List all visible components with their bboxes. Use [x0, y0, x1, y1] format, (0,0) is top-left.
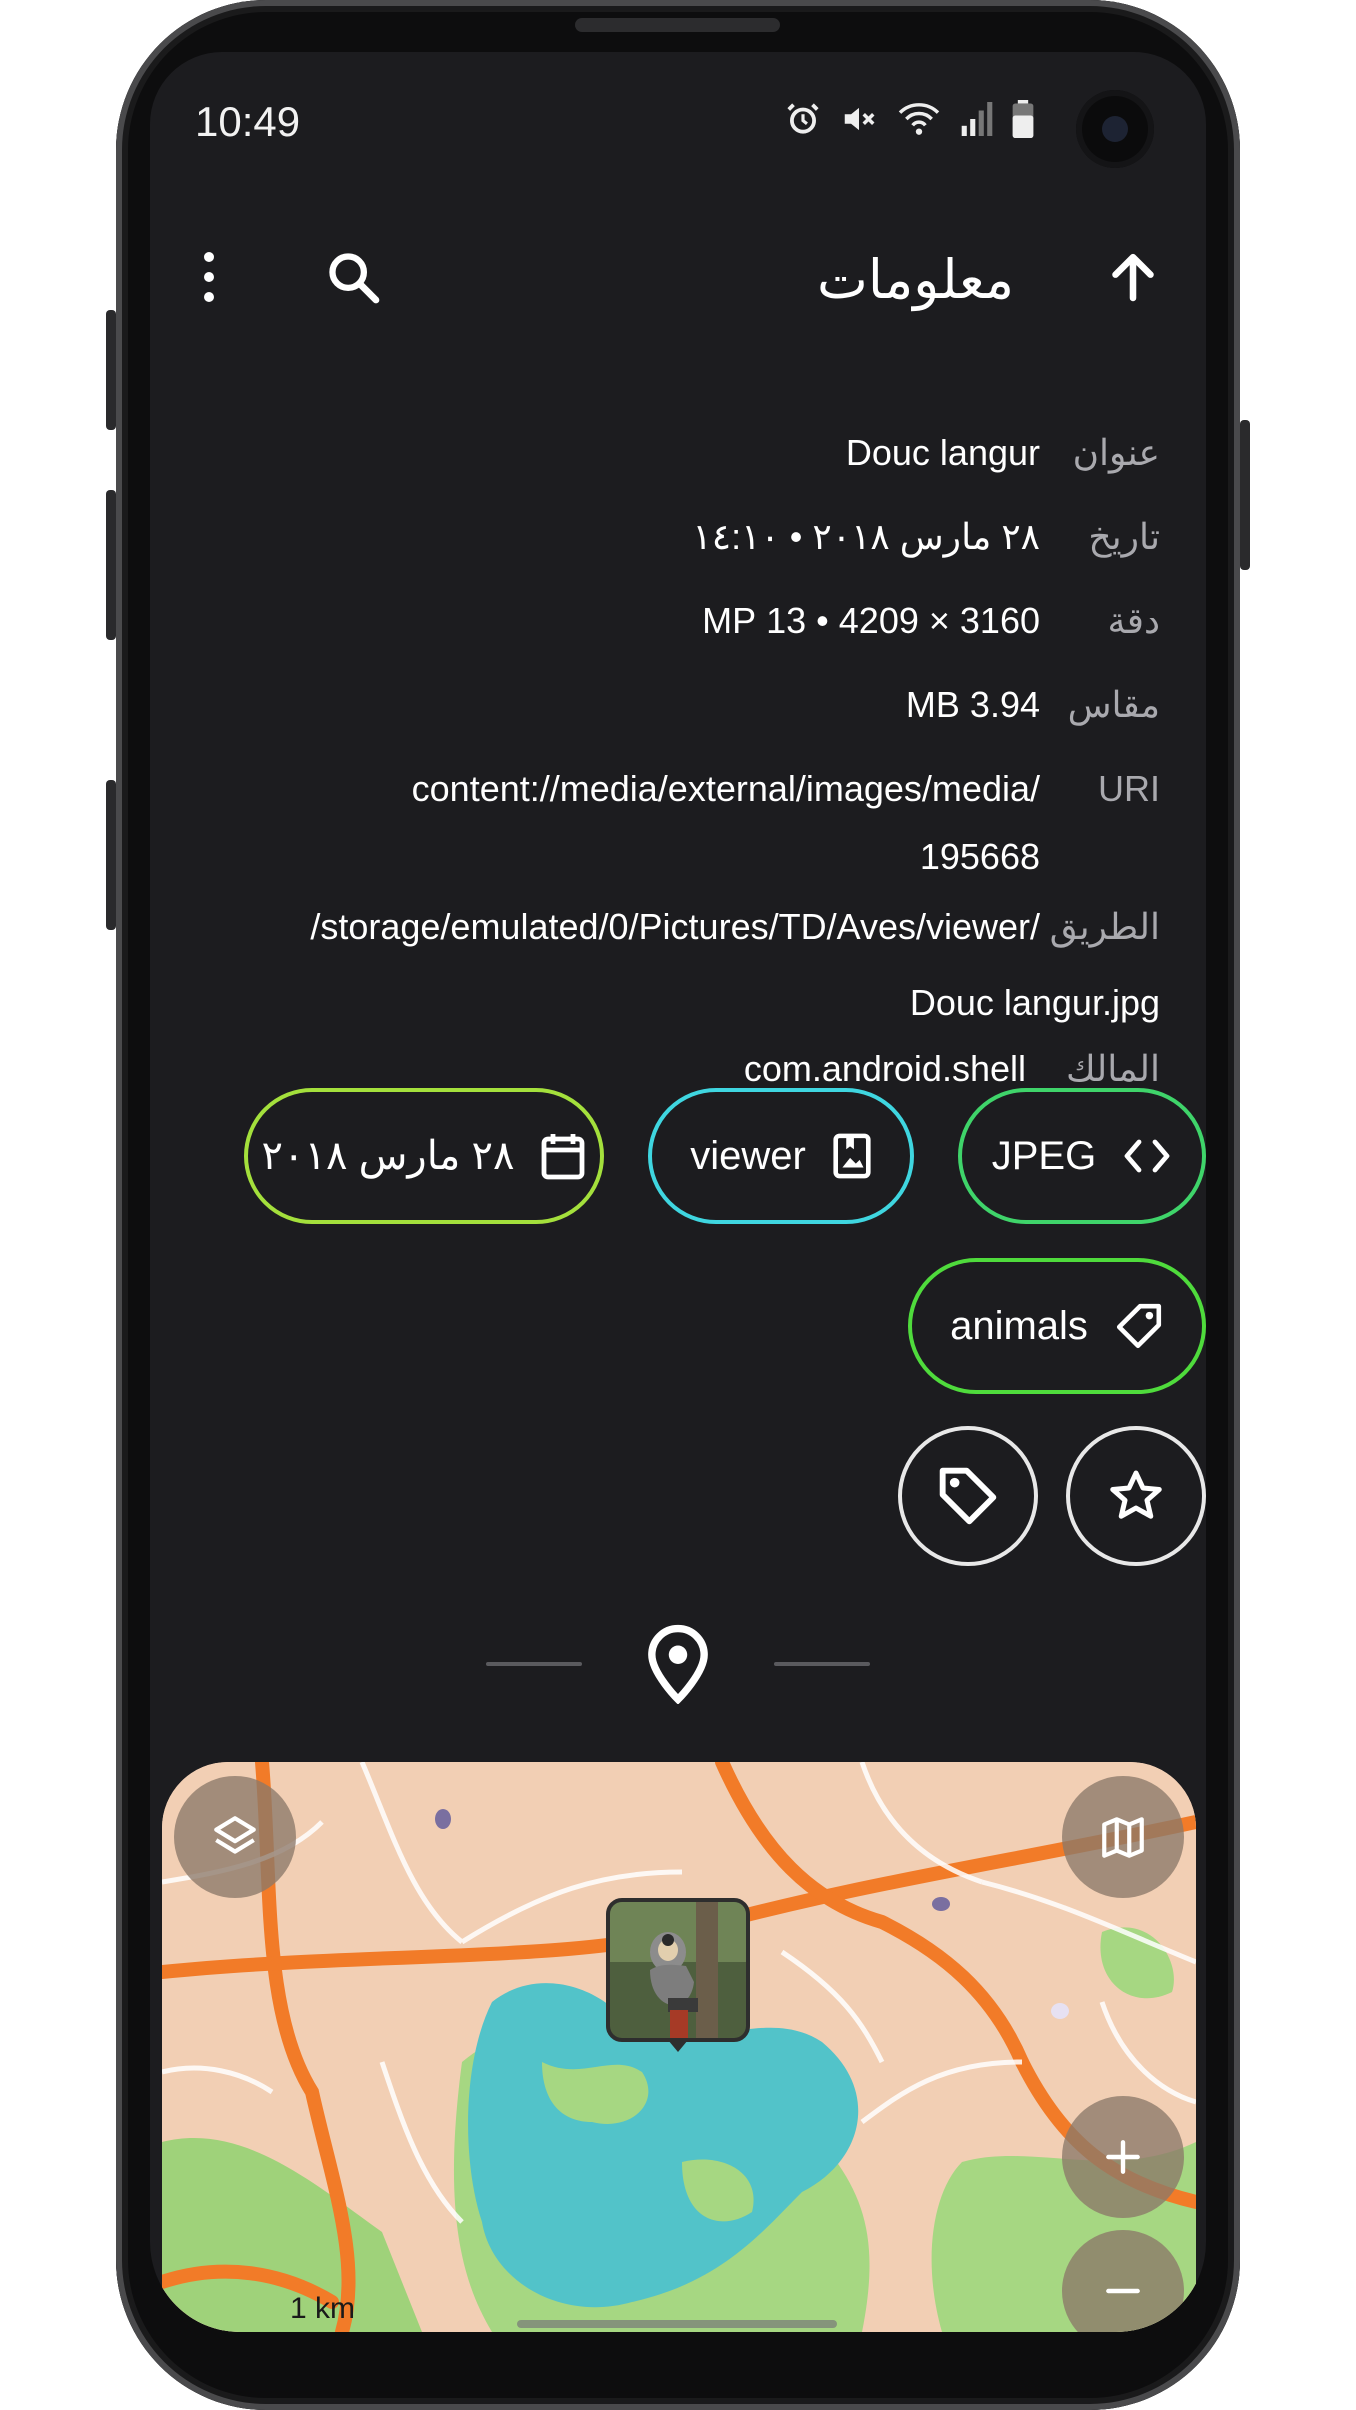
status-icons — [784, 100, 1034, 138]
info-row-path-cont: Douc langur.jpg — [150, 982, 1206, 1042]
arrow-up-icon[interactable] — [1100, 244, 1166, 310]
info-label: تاريخ — [1088, 516, 1160, 557]
mute-icon — [844, 107, 875, 131]
calendar-icon — [542, 1134, 585, 1180]
star-icon — [1110, 1470, 1162, 1519]
phone-power-button — [1240, 420, 1250, 570]
screen: 10:49 معلومات عنوان Douc langur تاريخ ٢٨… — [150, 52, 1206, 2332]
info-row-resolution: دقة 3160 × 4209 • 13 MP — [150, 600, 1206, 660]
info-value[interactable]: 3.94 MB — [906, 684, 1040, 726]
favorite-button[interactable] — [1066, 1426, 1206, 1566]
zoom-in-button[interactable] — [1062, 2096, 1184, 2218]
info-value[interactable]: com.android.shell — [744, 1048, 1026, 1090]
app-bar: معلومات — [150, 222, 1206, 332]
more-vert-icon[interactable] — [176, 244, 242, 310]
info-row-uri: URI content://media/external/images/medi… — [150, 768, 1206, 828]
layers-button[interactable] — [174, 1776, 296, 1898]
info-label: المالك — [1065, 1048, 1160, 1089]
map-icon — [1102, 1817, 1144, 1858]
info-label: دقة — [1107, 600, 1160, 641]
info-row-date: تاريخ ٢٨ مارس ٢٠١٨ • ١٤:١٠ — [150, 516, 1206, 576]
phone-side-button — [106, 310, 116, 430]
tag-chip[interactable]: animals — [908, 1258, 1206, 1394]
map-view[interactable]: 1 km — [162, 1762, 1196, 2332]
album-chip-label: viewer — [690, 1133, 806, 1178]
info-value[interactable]: ٢٨ مارس ٢٠١٨ • ١٤:١٠ — [692, 516, 1040, 558]
code-icon — [1124, 1139, 1170, 1173]
marker-pointer — [668, 2040, 688, 2052]
info-row-size: مقاس 3.94 MB — [150, 684, 1206, 744]
map-scale: 1 km — [290, 2292, 356, 2325]
battery-icon — [1012, 100, 1034, 138]
date-chip[interactable]: ٢٨ مارس ٢٠١٨ — [244, 1088, 604, 1224]
search-icon[interactable] — [320, 244, 386, 310]
gesture-handle — [517, 2320, 837, 2328]
info-label: عنوان — [1072, 432, 1160, 473]
info-value[interactable]: Douc langur — [846, 432, 1040, 474]
status-time: 10:49 — [195, 98, 301, 145]
section-divider — [486, 1662, 582, 1666]
photo-thumbnail — [610, 1902, 746, 2038]
info-value[interactable]: content://media/external/images/media/ — [412, 768, 1040, 810]
info-label: URI — [1098, 768, 1160, 809]
format-chip[interactable]: JPEG — [958, 1088, 1206, 1224]
info-label: الطريق — [1049, 906, 1160, 947]
wifi-icon — [898, 103, 940, 135]
phone-side-button — [106, 780, 116, 930]
tag-icon — [939, 1467, 997, 1525]
status-bar: 10:49 — [150, 52, 1206, 182]
info-row-path: الطريق /storage/emulated/0/Pictures/TD/A… — [150, 906, 1206, 966]
info-value[interactable]: Douc langur.jpg — [910, 982, 1160, 1024]
map-style-button[interactable] — [1062, 1776, 1184, 1898]
tag-chip-label: animals — [950, 1303, 1088, 1348]
date-chip-label: ٢٨ مارس ٢٠١٨ — [261, 1134, 515, 1178]
info-label: مقاس — [1067, 684, 1160, 725]
plus-icon — [1106, 2140, 1140, 2174]
front-camera — [1076, 90, 1154, 168]
alarm-icon — [787, 103, 819, 134]
info-value[interactable]: 195668 — [920, 836, 1040, 878]
album-chip[interactable]: viewer — [648, 1088, 914, 1224]
edit-tags-button[interactable] — [898, 1426, 1038, 1566]
photo-album-icon — [833, 1133, 871, 1179]
minus-icon — [1106, 2288, 1140, 2294]
section-divider — [774, 1662, 870, 1666]
tag-icon — [1116, 1303, 1162, 1349]
format-chip-label: JPEG — [991, 1133, 1097, 1178]
location-pin-icon — [648, 1624, 708, 1704]
signal-icon — [961, 102, 993, 136]
info-value[interactable]: 3160 × 4209 • 13 MP — [702, 600, 1040, 642]
info-row-title: عنوان Douc langur — [150, 432, 1206, 492]
layers-icon — [214, 1816, 256, 1854]
phone-speaker — [575, 18, 780, 32]
photo-marker[interactable] — [606, 1898, 750, 2042]
phone-side-button — [106, 490, 116, 640]
info-row-uri-cont: 195668 — [150, 836, 1206, 896]
info-value[interactable]: /storage/emulated/0/Pictures/TD/Aves/vie… — [310, 906, 1040, 948]
page-title: معلومات — [817, 250, 1014, 310]
